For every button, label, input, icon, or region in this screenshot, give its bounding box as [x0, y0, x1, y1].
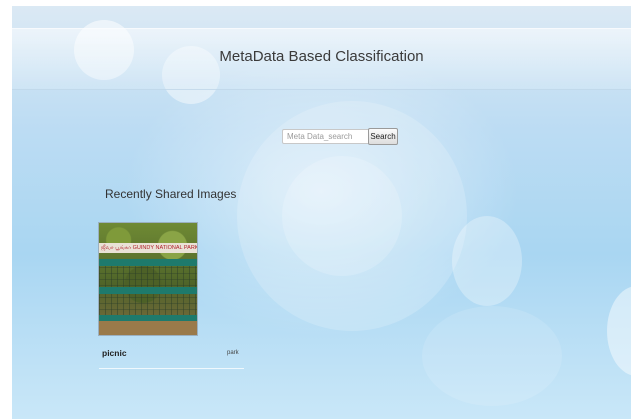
page-background: MetaData Based Classification Search Rec… — [12, 6, 631, 419]
bokeh-light — [282, 156, 402, 276]
image-name[interactable]: picnic — [102, 348, 127, 358]
image-fence-rail — [99, 259, 197, 266]
search-input[interactable] — [282, 129, 374, 144]
image-fence-rail — [99, 287, 197, 294]
bokeh-light — [607, 286, 631, 376]
image-sign: ஜீவா பூங்கா GUINDY NATIONAL PARK — [99, 243, 197, 253]
image-ground — [99, 321, 197, 335]
page-title: MetaData Based Classification — [219, 48, 424, 65]
shared-image-thumbnail[interactable]: ஜீவா பூங்கா GUINDY NATIONAL PARK — [98, 222, 198, 336]
recent-images-heading: Recently Shared Images — [105, 187, 237, 201]
bokeh-light — [422, 306, 562, 406]
image-tag: park — [227, 350, 239, 356]
search-button[interactable]: Search — [368, 128, 398, 145]
bokeh-light — [452, 216, 522, 306]
divider — [99, 368, 244, 369]
